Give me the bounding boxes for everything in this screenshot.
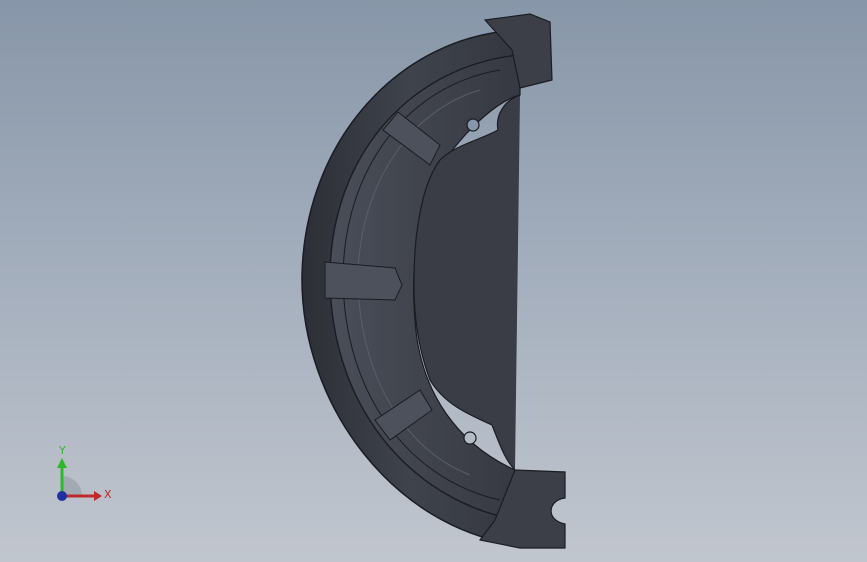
x-axis-arrow [94, 491, 102, 501]
z-axis-origin [57, 491, 67, 501]
middle-rib [324, 261, 403, 301]
brake-shoe-model[interactable] [0, 0, 867, 562]
upper-pin-hole [466, 118, 480, 132]
graphics-viewport[interactable]: Y X [0, 0, 867, 562]
y-axis-arrow [57, 458, 67, 468]
x-axis-label: X [104, 488, 112, 501]
coordinate-triad: Y X [57, 444, 112, 501]
lower-pin-hole [463, 431, 477, 445]
y-axis-label: Y [58, 444, 66, 457]
